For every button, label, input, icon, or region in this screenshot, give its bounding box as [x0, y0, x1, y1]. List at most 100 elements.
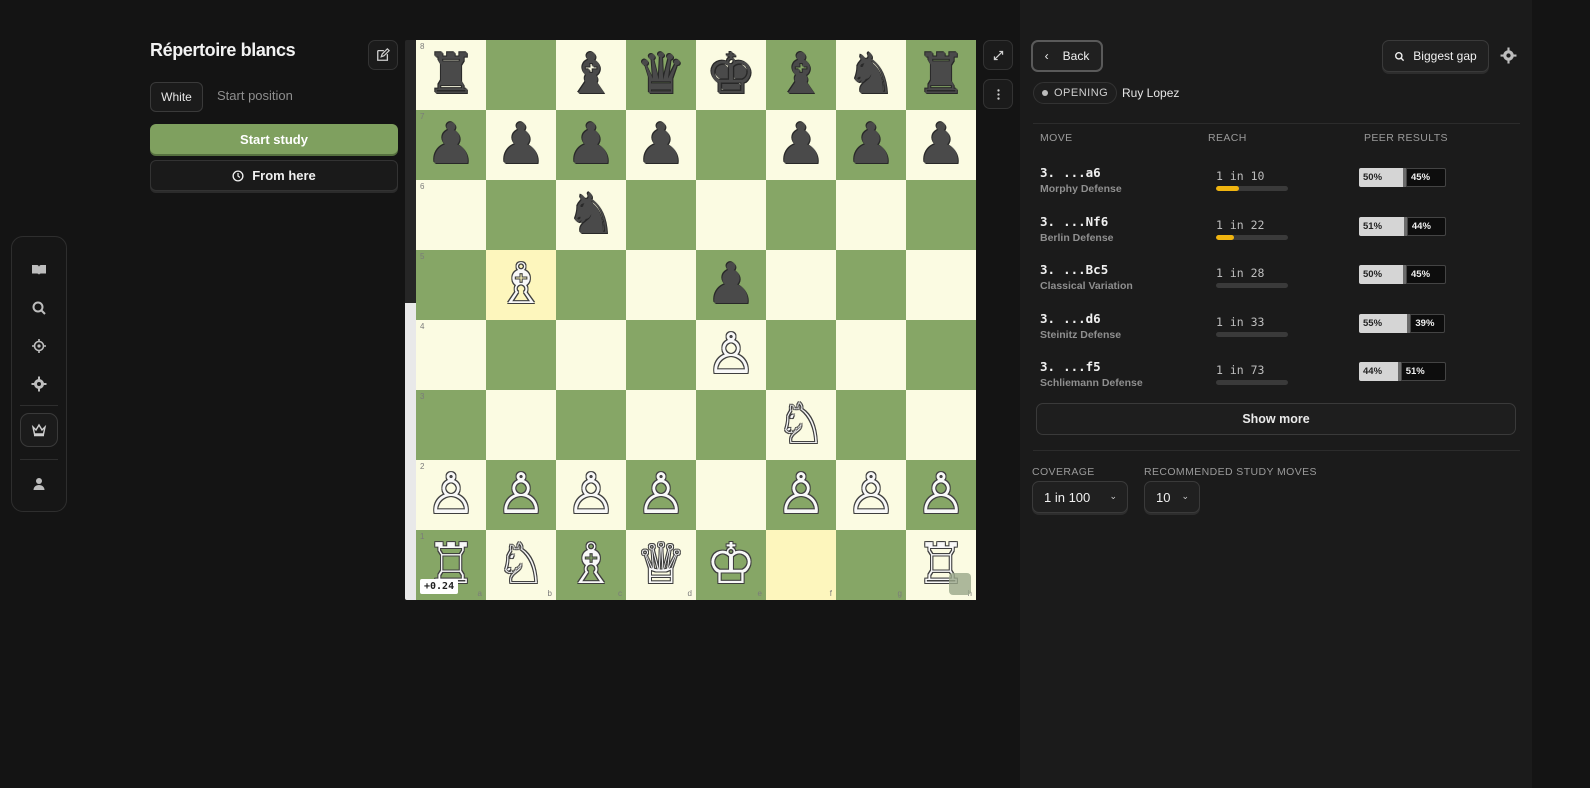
square-d8[interactable]: ♛: [626, 40, 696, 110]
square-f7[interactable]: ♟: [766, 110, 836, 180]
square-h3[interactable]: [906, 390, 976, 460]
square-e5[interactable]: ♟: [696, 250, 766, 320]
square-g6[interactable]: [836, 180, 906, 250]
white-pawn-icon[interactable]: ♙: [846, 467, 896, 523]
square-g5[interactable]: [836, 250, 906, 320]
square-c8[interactable]: ♝: [556, 40, 626, 110]
move-row[interactable]: 3. ...Nf6 Berlin Defense 1 in 22 51% 44%: [1033, 214, 1520, 258]
black-pawn-icon[interactable]: ♟: [496, 117, 546, 173]
white-pawn-icon[interactable]: ♙: [916, 467, 966, 523]
square-b6[interactable]: [486, 180, 556, 250]
black-king-icon[interactable]: ♚: [706, 47, 756, 103]
square-h2[interactable]: ♙: [906, 460, 976, 530]
white-knight-icon[interactable]: ♘: [496, 537, 546, 593]
square-e1[interactable]: e ♔: [696, 530, 766, 600]
square-a2[interactable]: 2 ♙: [416, 460, 486, 530]
square-f5[interactable]: [766, 250, 836, 320]
square-b2[interactable]: ♙: [486, 460, 556, 530]
black-pawn-icon[interactable]: ♟: [566, 117, 616, 173]
black-rook-icon[interactable]: ♜: [426, 47, 476, 103]
biggest-gap-button[interactable]: Biggest gap: [1382, 40, 1489, 72]
square-f3[interactable]: ♘: [766, 390, 836, 460]
study-moves-select[interactable]: 10 ⌄: [1144, 481, 1200, 513]
white-knight-icon[interactable]: ♘: [776, 397, 826, 453]
white-pawn-icon[interactable]: ♙: [496, 467, 546, 523]
square-h7[interactable]: ♟: [906, 110, 976, 180]
white-bishop-icon[interactable]: ♗: [496, 257, 546, 313]
color-chip-white[interactable]: White: [150, 82, 203, 112]
square-c3[interactable]: [556, 390, 626, 460]
square-d4[interactable]: [626, 320, 696, 390]
square-d2[interactable]: ♙: [626, 460, 696, 530]
square-f6[interactable]: [766, 180, 836, 250]
square-c7[interactable]: ♟: [556, 110, 626, 180]
square-a7[interactable]: 7 ♟: [416, 110, 486, 180]
flip-board-button[interactable]: [983, 40, 1013, 70]
square-b4[interactable]: [486, 320, 556, 390]
square-b1[interactable]: b ♘: [486, 530, 556, 600]
start-study-button[interactable]: Start study: [150, 124, 398, 154]
move-row[interactable]: 3. ...d6 Steinitz Defense 1 in 33 55% 39%: [1033, 311, 1520, 355]
square-f2[interactable]: ♙: [766, 460, 836, 530]
square-d3[interactable]: [626, 390, 696, 460]
search-icon[interactable]: [20, 291, 58, 325]
chess-board[interactable]: 8 ♜ ♝ ♛ ♚ ♝ ♞ ♜ 7 ♟ ♟ ♟ ♟ ♟ ♟ ♟ 6 ♞ 5 ♗ ♟ 4 ♙ 3 ♘ 2 ♙ ♙ ♙ ♙ ♙ ♙ ♙ 1 a ♖ b ♘ c ♗…: [416, 40, 976, 600]
more-options-button[interactable]: [983, 79, 1013, 109]
square-a3[interactable]: 3: [416, 390, 486, 460]
start-position-label[interactable]: Start position: [217, 88, 293, 103]
square-e7[interactable]: [696, 110, 766, 180]
target-icon[interactable]: [20, 329, 58, 363]
white-pawn-icon[interactable]: ♙: [706, 327, 756, 383]
square-g4[interactable]: [836, 320, 906, 390]
square-g3[interactable]: [836, 390, 906, 460]
square-b3[interactable]: [486, 390, 556, 460]
move-row[interactable]: 3. ...Bc5 Classical Variation 1 in 28 50% 45%: [1033, 262, 1520, 306]
square-a4[interactable]: 4: [416, 320, 486, 390]
square-e3[interactable]: [696, 390, 766, 460]
black-pawn-icon[interactable]: ♟: [916, 117, 966, 173]
back-button[interactable]: ‹ Back: [1031, 40, 1103, 72]
square-c2[interactable]: ♙: [556, 460, 626, 530]
from-here-button[interactable]: From here: [150, 160, 398, 191]
move-row[interactable]: 3. ...f5 Schliemann Defense 1 in 73 44% 51%: [1033, 359, 1520, 403]
square-c1[interactable]: c ♗: [556, 530, 626, 600]
square-h5[interactable]: [906, 250, 976, 320]
white-pawn-icon[interactable]: ♙: [566, 467, 616, 523]
square-b7[interactable]: ♟: [486, 110, 556, 180]
square-e6[interactable]: [696, 180, 766, 250]
crown-icon[interactable]: [20, 413, 58, 447]
white-queen-icon[interactable]: ♕: [636, 537, 686, 593]
board-resize-handle[interactable]: [949, 573, 971, 595]
square-g8[interactable]: ♞: [836, 40, 906, 110]
square-a5[interactable]: 5: [416, 250, 486, 320]
square-c4[interactable]: [556, 320, 626, 390]
square-g2[interactable]: ♙: [836, 460, 906, 530]
square-a6[interactable]: 6: [416, 180, 486, 250]
square-e8[interactable]: ♚: [696, 40, 766, 110]
square-h6[interactable]: [906, 180, 976, 250]
white-pawn-icon[interactable]: ♙: [426, 467, 476, 523]
square-f4[interactable]: [766, 320, 836, 390]
black-bishop-icon[interactable]: ♝: [566, 47, 616, 103]
square-f8[interactable]: ♝: [766, 40, 836, 110]
square-g7[interactable]: ♟: [836, 110, 906, 180]
square-e2[interactable]: [696, 460, 766, 530]
square-b5[interactable]: ♗: [486, 250, 556, 320]
square-h8[interactable]: ♜: [906, 40, 976, 110]
square-c6[interactable]: ♞: [556, 180, 626, 250]
black-pawn-icon[interactable]: ♟: [706, 257, 756, 313]
black-pawn-icon[interactable]: ♟: [426, 117, 476, 173]
square-d7[interactable]: ♟: [626, 110, 696, 180]
gear-icon[interactable]: [20, 367, 58, 401]
book-icon[interactable]: [20, 253, 58, 287]
black-bishop-icon[interactable]: ♝: [776, 47, 826, 103]
move-row[interactable]: 3. ...a6 Morphy Defense 1 in 10 50% 45%: [1033, 165, 1520, 209]
square-g1[interactable]: g: [836, 530, 906, 600]
square-a8[interactable]: 8 ♜: [416, 40, 486, 110]
square-d1[interactable]: d ♕: [626, 530, 696, 600]
square-f1[interactable]: f: [766, 530, 836, 600]
black-knight-icon[interactable]: ♞: [566, 187, 616, 243]
square-e4[interactable]: ♙: [696, 320, 766, 390]
white-pawn-icon[interactable]: ♙: [636, 467, 686, 523]
settings-gear-icon[interactable]: [1498, 45, 1518, 65]
